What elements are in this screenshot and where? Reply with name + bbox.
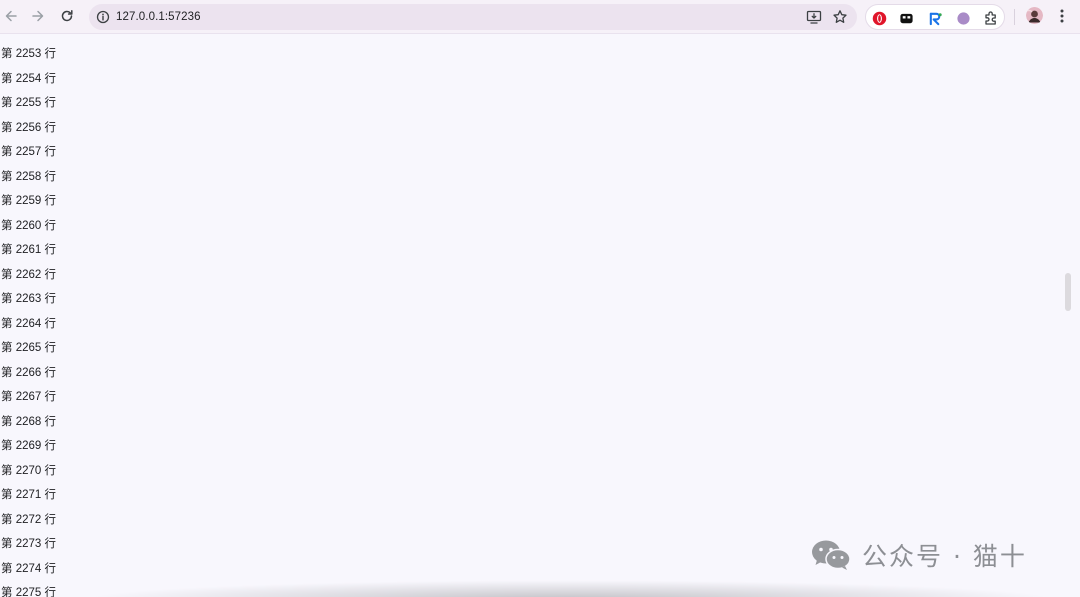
reload-button[interactable]	[56, 5, 78, 27]
opera-extension-button[interactable]	[870, 9, 888, 27]
extensions-menu-button[interactable]	[982, 9, 1000, 27]
reload-icon	[61, 10, 73, 22]
list-item: 第 2263 行	[1, 293, 56, 305]
list-item: 第 2254 行	[1, 72, 56, 85]
tool-extension-icon	[929, 12, 942, 25]
list-item: 第 2268 行	[1, 415, 56, 428]
list-item: 第 2262 行	[1, 268, 56, 281]
list-item: 第 2267 行	[1, 391, 56, 403]
profile-avatar-icon	[1026, 7, 1043, 24]
toolbar-divider	[1014, 9, 1015, 25]
arrow-right-icon	[32, 10, 44, 22]
watermark: 公众号 · 猫十	[810, 538, 1027, 572]
forward-button[interactable]	[27, 5, 49, 27]
profile-avatar[interactable]	[1026, 7, 1043, 24]
address-bar[interactable]: 127.0.0.1:57236	[89, 4, 857, 30]
list-item: 第 2253 行	[1, 48, 56, 60]
list-item: 第 2275 行	[1, 587, 56, 597]
list-item: 第 2259 行	[1, 195, 56, 207]
kebab-menu-icon[interactable]	[1054, 7, 1070, 25]
list-item: 第 2271 行	[1, 489, 56, 501]
list-item: 第 2274 行	[1, 562, 56, 575]
list-item: 第 2272 行	[1, 513, 56, 526]
circle-extension-button[interactable]	[954, 9, 972, 27]
list-item: 第 2265 行	[1, 342, 56, 354]
bottom-shadow	[80, 580, 1060, 597]
list-item: 第 2264 行	[1, 317, 56, 330]
row-list: 第 2253 行 第 2254 行 第 2255 行 第 2256 行 第 22…	[1, 45, 56, 597]
circle-extension-icon	[956, 11, 970, 25]
browser-toolbar: 127.0.0.1:57236	[0, 0, 1080, 34]
list-item: 第 2270 行	[1, 464, 56, 477]
opera-extension-icon	[872, 11, 886, 25]
arrow-left-icon	[5, 10, 17, 22]
watermark-text: 公众号 · 猫十	[862, 542, 1027, 571]
game-extension-button[interactable]	[897, 9, 915, 27]
scrollbar-thumb[interactable]	[1065, 273, 1071, 311]
back-button[interactable]	[0, 5, 22, 27]
puzzle-extensions-icon	[985, 11, 996, 25]
page-content: 第 2253 行 第 2254 行 第 2255 行 第 2256 行 第 22…	[0, 35, 1080, 597]
star-icon[interactable]	[832, 9, 848, 25]
list-item: 第 2255 行	[1, 97, 56, 109]
game-extension-icon	[899, 13, 913, 23]
install-app-icon[interactable]	[806, 9, 822, 25]
list-item: 第 2273 行	[1, 538, 56, 550]
info-icon[interactable]	[96, 10, 110, 24]
list-item: 第 2258 行	[1, 170, 56, 183]
wechat-icon	[812, 540, 851, 570]
list-item: 第 2266 行	[1, 366, 56, 379]
list-item: 第 2269 行	[1, 440, 56, 452]
list-item: 第 2261 行	[1, 244, 56, 256]
list-item: 第 2256 行	[1, 121, 56, 134]
url-text[interactable]: 127.0.0.1:57236	[116, 9, 201, 25]
tool-extension-button[interactable]	[926, 9, 944, 27]
list-item: 第 2257 行	[1, 146, 56, 158]
extensions-bar	[865, 4, 1005, 30]
list-item: 第 2260 行	[1, 219, 56, 232]
